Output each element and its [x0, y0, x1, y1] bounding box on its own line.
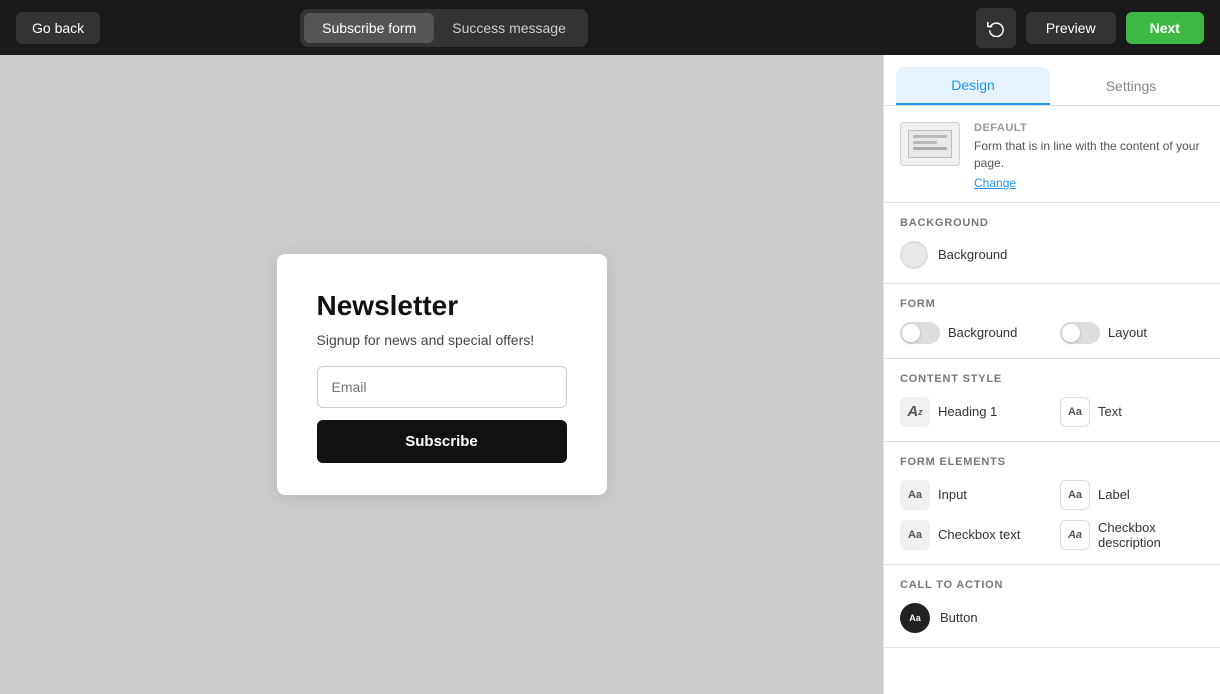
content-style-section: CONTENT STYLE Az Heading 1 Aa Text — [884, 359, 1220, 442]
form-background-col: Background — [900, 322, 1044, 344]
thumb-inner — [908, 130, 952, 158]
background-section-title: BACKGROUND — [900, 217, 1204, 229]
background-section: BACKGROUND Background — [884, 203, 1220, 284]
content-style-row: Az Heading 1 Aa Text — [900, 397, 1204, 427]
checkbox-text-col: Aa Checkbox text — [900, 520, 1044, 550]
default-label: DEFAULT — [974, 122, 1204, 134]
form-preview-card: Newsletter Signup for news and special o… — [277, 254, 607, 495]
panel-tab-design[interactable]: Design — [896, 67, 1050, 105]
go-back-button[interactable]: Go back — [16, 12, 100, 44]
default-text-block: DEFAULT Form that is in line with the co… — [974, 122, 1204, 190]
panel-tab-group: Design Settings — [884, 55, 1220, 106]
input-icon[interactable]: Aa — [900, 480, 930, 510]
next-button[interactable]: Next — [1126, 12, 1204, 44]
form-elements-title: FORM ELEMENTS — [900, 456, 1204, 468]
form-layout-label: Layout — [1108, 325, 1147, 340]
tab-group: Subscribe form Success message — [300, 9, 588, 47]
form-background-toggle[interactable] — [900, 322, 940, 344]
form-layout-col: Layout — [1060, 322, 1204, 344]
form-section: FORM Background Layout — [884, 284, 1220, 359]
cta-row: Aa Button — [900, 603, 1204, 633]
form-background-label: Background — [948, 325, 1017, 340]
layout-toggle-knob — [1062, 324, 1080, 342]
form-section-title: FORM — [900, 298, 1204, 310]
form-subtitle: Signup for news and special offers! — [317, 332, 567, 348]
form-elements-row-2: Aa Checkbox text Aa Checkbox description — [900, 520, 1204, 550]
checkbox-desc-label: Checkbox description — [1098, 520, 1204, 550]
label-col: Aa Label — [1060, 480, 1204, 510]
cta-title: CALL TO ACTION — [900, 579, 1204, 591]
text-col: Aa Text — [1060, 397, 1204, 427]
text-style-icon[interactable]: Aa — [1060, 397, 1090, 427]
thumb-line-1 — [913, 135, 947, 138]
topbar: Go back Subscribe form Success message P… — [0, 0, 1220, 55]
tab-subscribe-form[interactable]: Subscribe form — [304, 13, 434, 43]
main-layout: Newsletter Signup for news and special o… — [0, 55, 1220, 694]
background-color-label: Background — [938, 247, 1007, 262]
panel-tab-settings[interactable]: Settings — [1054, 67, 1208, 105]
heading-style-icon[interactable]: Az — [900, 397, 930, 427]
label-icon[interactable]: Aa — [1060, 480, 1090, 510]
content-style-title: CONTENT STYLE — [900, 373, 1204, 385]
tab-success-message[interactable]: Success message — [434, 13, 584, 43]
checkbox-text-icon[interactable]: Aa — [900, 520, 930, 550]
form-title: Newsletter — [317, 290, 567, 322]
default-section: DEFAULT Form that is in line with the co… — [884, 106, 1220, 203]
thumb-line-3 — [913, 147, 947, 150]
form-layout-toggle[interactable] — [1060, 322, 1100, 344]
topbar-right: Preview Next — [976, 8, 1204, 48]
canvas: Newsletter Signup for news and special o… — [0, 55, 883, 694]
subscribe-button[interactable]: Subscribe — [317, 420, 567, 463]
default-description: Form that is in line with the content of… — [974, 138, 1204, 172]
preview-button[interactable]: Preview — [1026, 12, 1116, 44]
checkbox-desc-icon[interactable]: Aa — [1060, 520, 1090, 550]
input-col: Aa Input — [900, 480, 1044, 510]
default-thumbnail — [900, 122, 960, 166]
background-row: Background — [900, 241, 1204, 269]
label-label: Label — [1098, 487, 1130, 502]
cta-button-label: Button — [940, 610, 978, 625]
change-link[interactable]: Change — [974, 176, 1204, 190]
background-color-swatch[interactable] — [900, 241, 928, 269]
cta-button-swatch[interactable]: Aa — [900, 603, 930, 633]
checkbox-desc-col: Aa Checkbox description — [1060, 520, 1204, 550]
heading-col: Az Heading 1 — [900, 397, 1044, 427]
form-elements-section: FORM ELEMENTS Aa Input Aa Label Aa Check… — [884, 442, 1220, 565]
right-panel: Design Settings DEFAULT Form that is in … — [883, 55, 1220, 694]
heading-label: Heading 1 — [938, 404, 997, 419]
history-button[interactable] — [976, 8, 1016, 48]
form-row: Background Layout — [900, 322, 1204, 344]
call-to-action-section: CALL TO ACTION Aa Button — [884, 565, 1220, 648]
form-elements-row-1: Aa Input Aa Label — [900, 480, 1204, 510]
toggle-knob — [902, 324, 920, 342]
email-input[interactable] — [317, 366, 567, 408]
checkbox-text-label: Checkbox text — [938, 527, 1020, 542]
text-label: Text — [1098, 404, 1122, 419]
thumb-line-2 — [913, 141, 937, 144]
input-label: Input — [938, 487, 967, 502]
